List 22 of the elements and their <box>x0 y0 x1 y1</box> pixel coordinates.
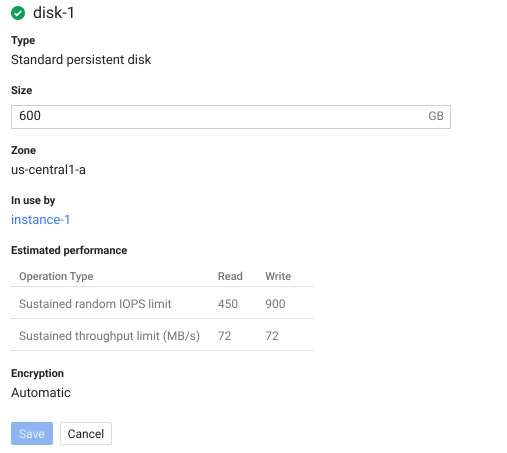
column-header: Write <box>265 270 292 283</box>
field-label: Zone <box>11 144 36 158</box>
field-value: Automatic <box>11 386 71 402</box>
table-cell: Sustained random IOPS limit <box>19 296 172 310</box>
table-cell: Sustained throughput limit (MB/s) <box>19 328 200 342</box>
table-cell: 72 <box>218 328 232 342</box>
table-cell: 900 <box>265 296 286 310</box>
field-label: Size <box>11 84 32 98</box>
table-cell: 72 <box>265 328 279 342</box>
unit-label: GB <box>428 108 444 125</box>
disk-title: disk-1 <box>33 2 76 24</box>
field-value: us-central1-a <box>11 163 86 179</box>
field-label: In use by <box>11 194 56 208</box>
cancel-button[interactable]: Cancel <box>60 422 112 445</box>
column-header: Read <box>218 270 243 283</box>
field-label: Estimated performance <box>11 244 128 258</box>
column-header: Operation Type <box>19 270 94 283</box>
field-label: Type <box>11 34 36 48</box>
instance-link[interactable]: instance-1 <box>11 213 72 229</box>
field-label: Encryption <box>11 367 64 381</box>
table-cell: 450 <box>218 296 238 310</box>
field-value: Standard persistent disk <box>11 53 152 69</box>
